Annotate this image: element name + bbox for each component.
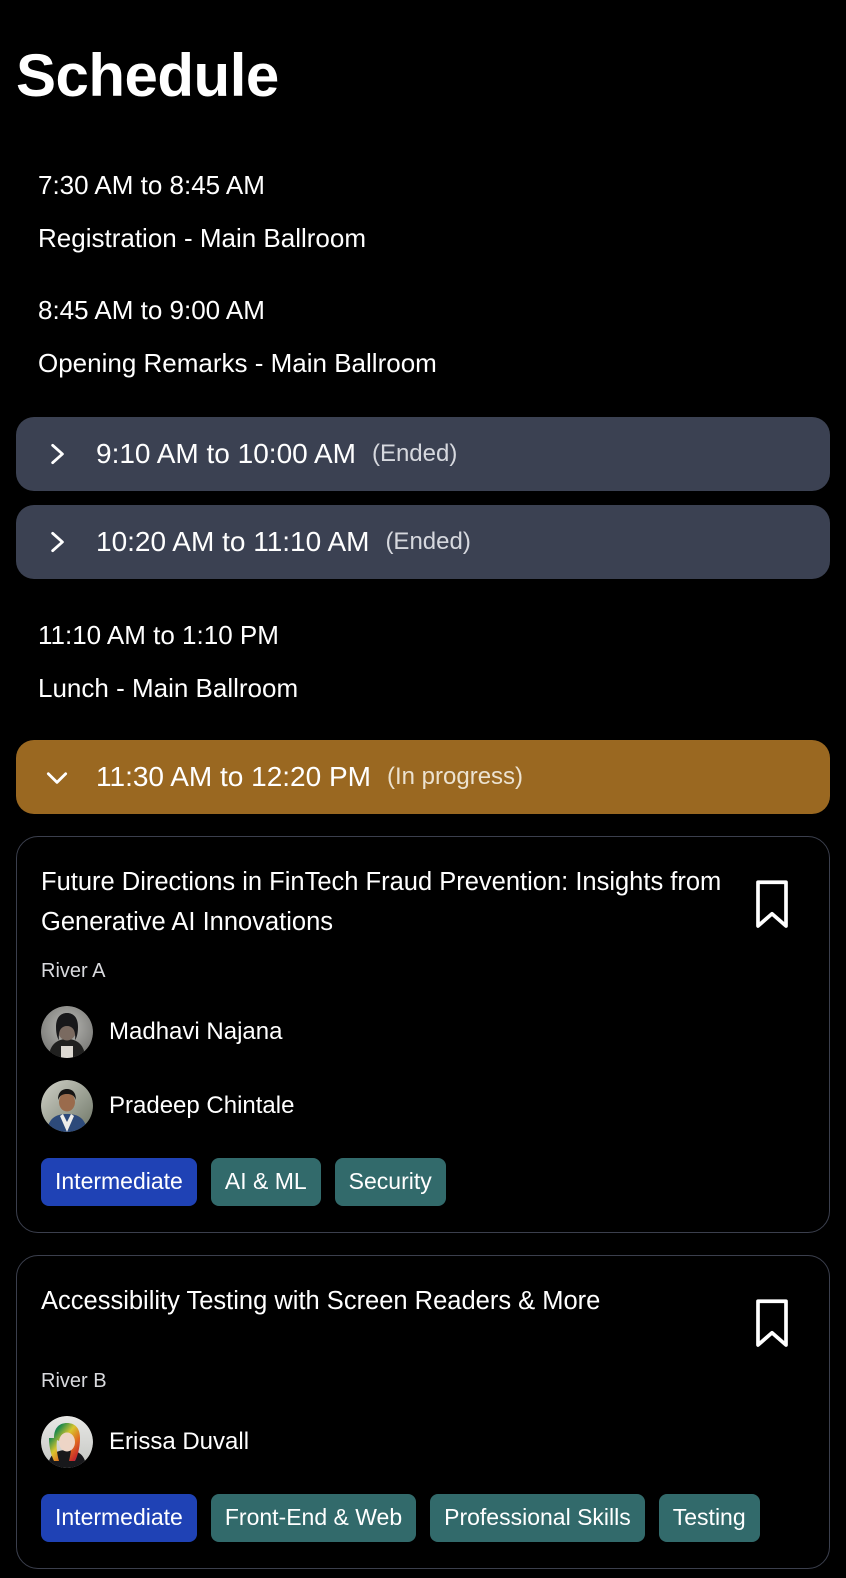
time-slot-status: (In progress) — [386, 763, 524, 790]
bookmark-icon — [751, 1297, 797, 1351]
session-tag-topic[interactable]: Professional Skills — [430, 1494, 645, 1543]
session-title: Future Directions in FinTech Fraud Preve… — [41, 868, 722, 936]
session-title: Accessibility Testing with Screen Reader… — [41, 1287, 601, 1316]
chevron-right-icon — [44, 441, 70, 467]
time-slot-time: 10:20 AM to 11:10 AM — [96, 526, 370, 557]
session-room: River A — [41, 960, 106, 983]
time-slot-status: (Ended) — [385, 528, 471, 555]
avatar — [41, 1080, 93, 1133]
time-slot-toggle-10-20am[interactable]: 10:20 AM to 11:10 AM (Ended) — [16, 505, 830, 579]
speaker-row[interactable]: Erissa Duvall — [41, 1416, 801, 1469]
session-card-header: Future Directions in FinTech Fraud Preve… — [41, 863, 801, 942]
session-tag-topic[interactable]: Testing — [658, 1494, 760, 1543]
session-card[interactable]: Future Directions in FinTech Fraud Preve… — [16, 836, 830, 1234]
entry-time: 8:45 AM to 9:00 AM — [38, 295, 265, 325]
session-tag-topic[interactable]: AI & ML — [210, 1158, 321, 1207]
schedule-entry-opening-remarks: 8:45 AM to 9:00 AM Opening Remarks - Mai… — [0, 294, 846, 379]
bookmark-button[interactable] — [751, 877, 797, 933]
entry-time: 7:30 AM to 8:45 AM — [38, 170, 265, 200]
page-title: Schedule — [16, 42, 279, 109]
speaker-name: Pradeep Chintale — [109, 1092, 295, 1120]
session-tag-level[interactable]: Intermediate — [41, 1494, 197, 1543]
speaker-name: Madhavi Najana — [109, 1018, 283, 1046]
entry-description: Registration - Main Ballroom — [38, 222, 367, 253]
avatar — [41, 1006, 93, 1059]
entry-time: 11:10 AM to 1:10 PM — [38, 620, 279, 650]
bookmark-button[interactable] — [751, 1296, 797, 1352]
tag-row: Intermediate AI & ML Security — [41, 1158, 801, 1207]
time-slot-toggle-9-10am[interactable]: 9:10 AM to 10:00 AM (Ended) — [16, 417, 830, 491]
session-tag-level[interactable]: Intermediate — [41, 1158, 197, 1207]
chevron-down-icon — [44, 764, 70, 790]
session-card[interactable]: Accessibility Testing with Screen Reader… — [16, 1255, 830, 1570]
schedule-entry-lunch: 11:10 AM to 1:10 PM Lunch - Main Ballroo… — [0, 619, 846, 704]
session-room: River B — [41, 1370, 107, 1393]
session-tag-topic[interactable]: Security — [334, 1158, 446, 1207]
entry-description: Lunch - Main Ballroom — [38, 672, 299, 703]
entry-description: Opening Remarks - Main Ballroom — [38, 347, 437, 378]
schedule-page: Schedule 7:30 AM to 8:45 AM Registration… — [0, 0, 846, 1578]
session-tag-topic[interactable]: Front-End & Web — [210, 1494, 417, 1543]
time-slot-toggle-11-30am[interactable]: 11:30 AM to 12:20 PM (In progress) — [16, 740, 830, 814]
chevron-right-icon — [44, 529, 70, 555]
time-slot-status: (Ended) — [371, 440, 458, 467]
speaker-row[interactable]: Pradeep Chintale — [41, 1080, 801, 1133]
speaker-name: Erissa Duvall — [109, 1428, 250, 1456]
schedule-entry-registration: 7:30 AM to 8:45 AM Registration - Main B… — [0, 169, 846, 254]
speaker-row[interactable]: Madhavi Najana — [41, 1006, 801, 1059]
session-card-header: Accessibility Testing with Screen Reader… — [41, 1282, 801, 1352]
tag-row: Intermediate Front-End & Web Professiona… — [41, 1494, 801, 1543]
avatar — [41, 1416, 93, 1469]
bookmark-icon — [751, 878, 797, 932]
time-slot-time: 9:10 AM to 10:00 AM — [96, 438, 356, 469]
time-slot-time: 11:30 AM to 12:20 PM — [96, 761, 371, 792]
